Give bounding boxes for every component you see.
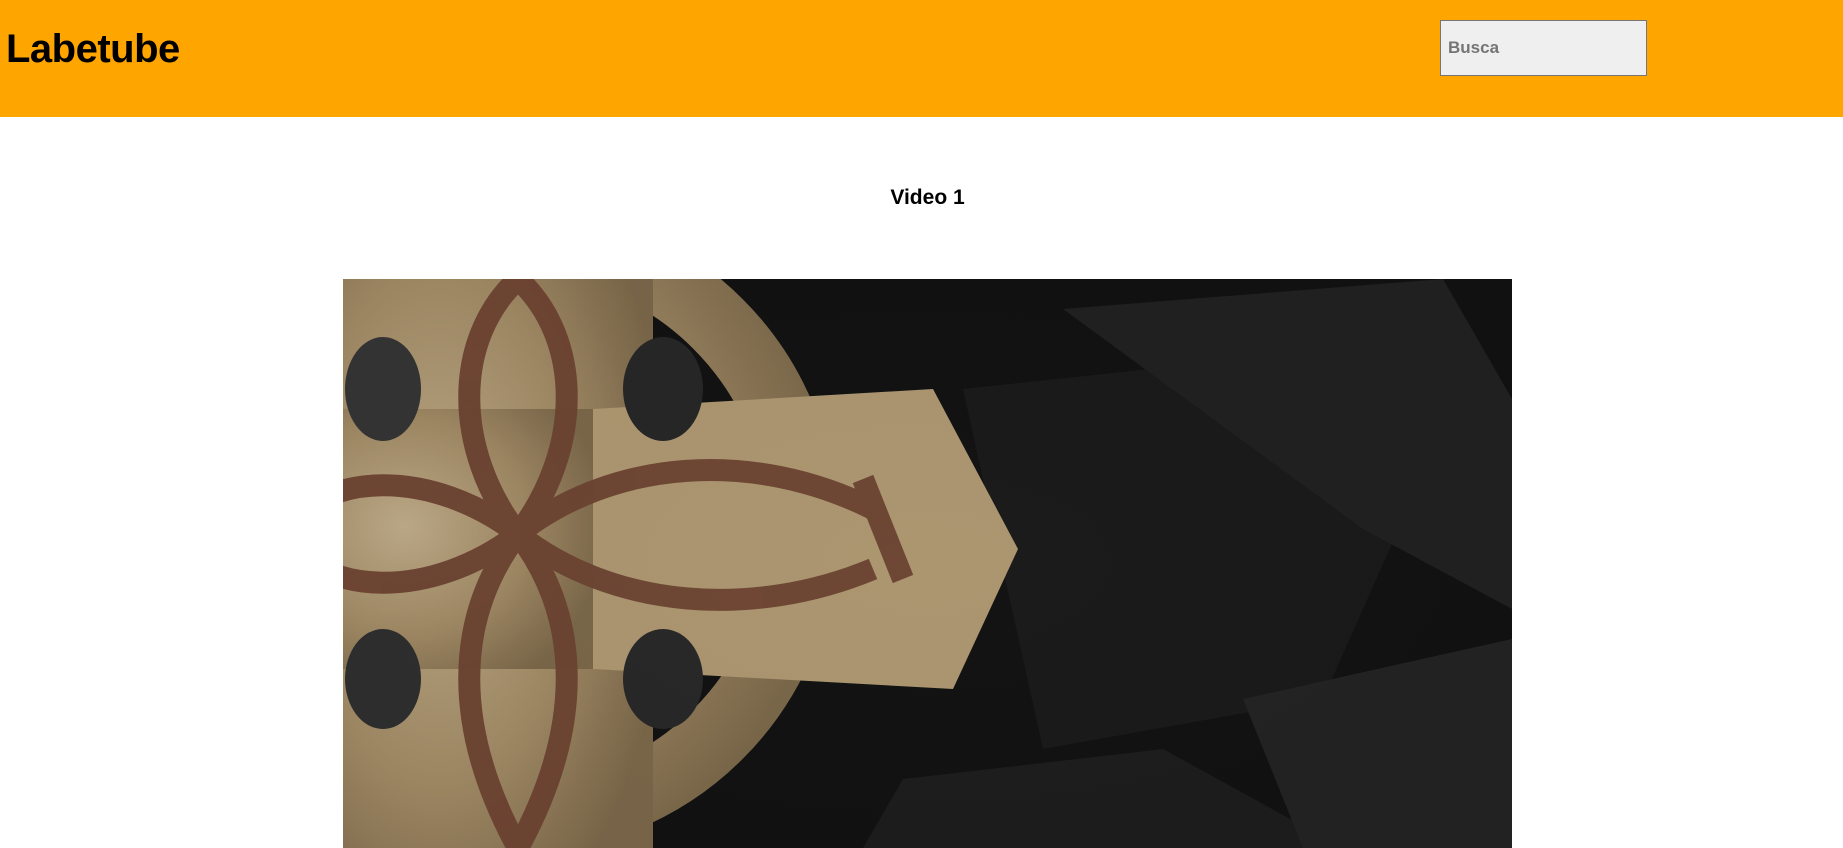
video-player[interactable] [343,279,1512,848]
search-input[interactable] [1440,20,1647,76]
video-title: Video 1 [890,186,965,209]
top-header: Labetube [0,0,1843,117]
video-thumbnail [343,279,1512,848]
site-logo[interactable]: Labetube [6,22,180,76]
